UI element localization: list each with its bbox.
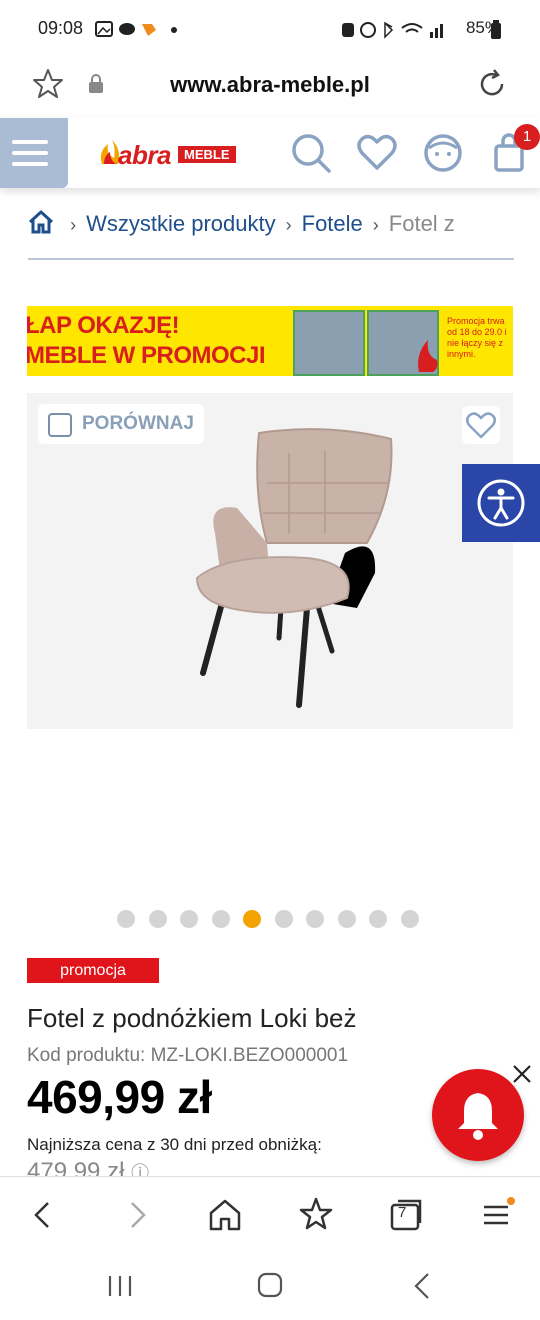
recent-apps-icon[interactable]: [100, 1268, 140, 1304]
compare-checkbox[interactable]: [48, 413, 72, 437]
hamburger-icon: [12, 140, 48, 144]
compare-label: PORÓWNAJ: [82, 413, 194, 434]
browser-url-bar: www.abra-meble.pl: [0, 60, 540, 118]
back-icon[interactable]: [24, 1195, 64, 1235]
heart-icon: [466, 412, 496, 439]
gallery-dot[interactable]: [337, 910, 356, 928]
compare-toggle[interactable]: PORÓWNAJ: [38, 404, 204, 444]
old-price-value: 479,99 zł: [27, 1158, 125, 1176]
home-button-icon[interactable]: [250, 1268, 290, 1304]
tabs-count: 7: [398, 1204, 407, 1221]
gallery-dot[interactable]: [369, 910, 387, 928]
add-to-wishlist-button[interactable]: [462, 406, 500, 444]
gallery-pagination: [0, 910, 540, 930]
promo-banner[interactable]: ŁAP OKAZJĘ! MEBLE W PROMOCJI Promocja tr…: [27, 306, 513, 376]
home-icon[interactable]: [28, 210, 54, 234]
gallery-dot[interactable]: [148, 910, 167, 928]
breadcrumb-armchairs[interactable]: Fotele: [302, 211, 363, 236]
info-icon[interactable]: ⓘ: [131, 1163, 149, 1176]
banner-note: Promocja trwa od 18 do 29.0 i nie łączy …: [447, 316, 507, 359]
menu-icon[interactable]: [476, 1195, 516, 1235]
breadcrumb-all-products[interactable]: Wszystkie produkty: [86, 211, 276, 236]
home-icon[interactable]: [205, 1195, 245, 1235]
gallery-dot[interactable]: [211, 910, 230, 928]
bookmarks-star-icon[interactable]: [296, 1195, 336, 1235]
logo-text: abra: [118, 140, 171, 170]
status-notification-icons: [95, 21, 177, 37]
status-time: 09:08: [38, 18, 84, 38]
banner-subheadline: MEBLE W PROMOCJI: [27, 342, 266, 369]
forward-icon[interactable]: [116, 1195, 156, 1235]
reload-icon[interactable]: [476, 68, 508, 100]
system-navigation-bar: [0, 1252, 540, 1320]
system-back-icon[interactable]: [402, 1268, 442, 1304]
search-icon[interactable]: [290, 132, 332, 174]
breadcrumb: › Wszystkie produkty › Fotele › Fotel z: [28, 210, 514, 240]
close-icon[interactable]: [510, 1062, 534, 1086]
status-system-icons: [342, 21, 443, 39]
site-header: abra MEBLE 1: [0, 118, 540, 188]
browser-toolbar: 7: [0, 1176, 540, 1253]
gallery-dot[interactable]: [274, 910, 293, 928]
cart-count-badge: 1: [514, 124, 540, 150]
old-price: 479,99 zł ⓘ: [27, 1158, 149, 1176]
banner-product-thumb: [293, 310, 365, 376]
gallery-dot[interactable]: [180, 910, 198, 928]
breadcrumb-current: Fotel z: [388, 211, 455, 236]
gallery-dot[interactable]: [243, 910, 261, 928]
url-text[interactable]: www.abra-meble.pl: [0, 72, 540, 98]
lowest-price-label: Najniższa cena z 30 dni przed obniżką:: [27, 1135, 322, 1154]
accessibility-icon: [477, 479, 525, 527]
gallery-dot[interactable]: [306, 910, 324, 928]
logo-badge: MEBLE: [178, 146, 236, 163]
breadcrumb-separator: ›: [70, 215, 77, 235]
product-price: 469,99 zł: [27, 1071, 212, 1123]
accessibility-button[interactable]: [462, 464, 540, 542]
gallery-dot[interactable]: [117, 910, 135, 928]
product-code: Kod produktu: MZ-LOKI.BEZO000001: [27, 1045, 349, 1066]
banner-headline: ŁAP OKAZJĘ!: [27, 312, 180, 339]
banner-flame-icon: [418, 340, 438, 372]
wishlist-heart-icon[interactable]: [356, 132, 398, 174]
gallery-dot[interactable]: [400, 910, 419, 928]
status-bar: 09:08 85%: [0, 0, 540, 60]
battery-icon: [491, 20, 501, 39]
menu-button[interactable]: [0, 118, 68, 188]
account-icon[interactable]: [422, 132, 464, 174]
breadcrumb-divider: [28, 258, 514, 260]
logo-flame-icon: [100, 140, 120, 164]
product-title: Fotel z podnóżkiem Loki beż: [27, 1003, 357, 1033]
promo-badge: promocja: [27, 958, 159, 983]
